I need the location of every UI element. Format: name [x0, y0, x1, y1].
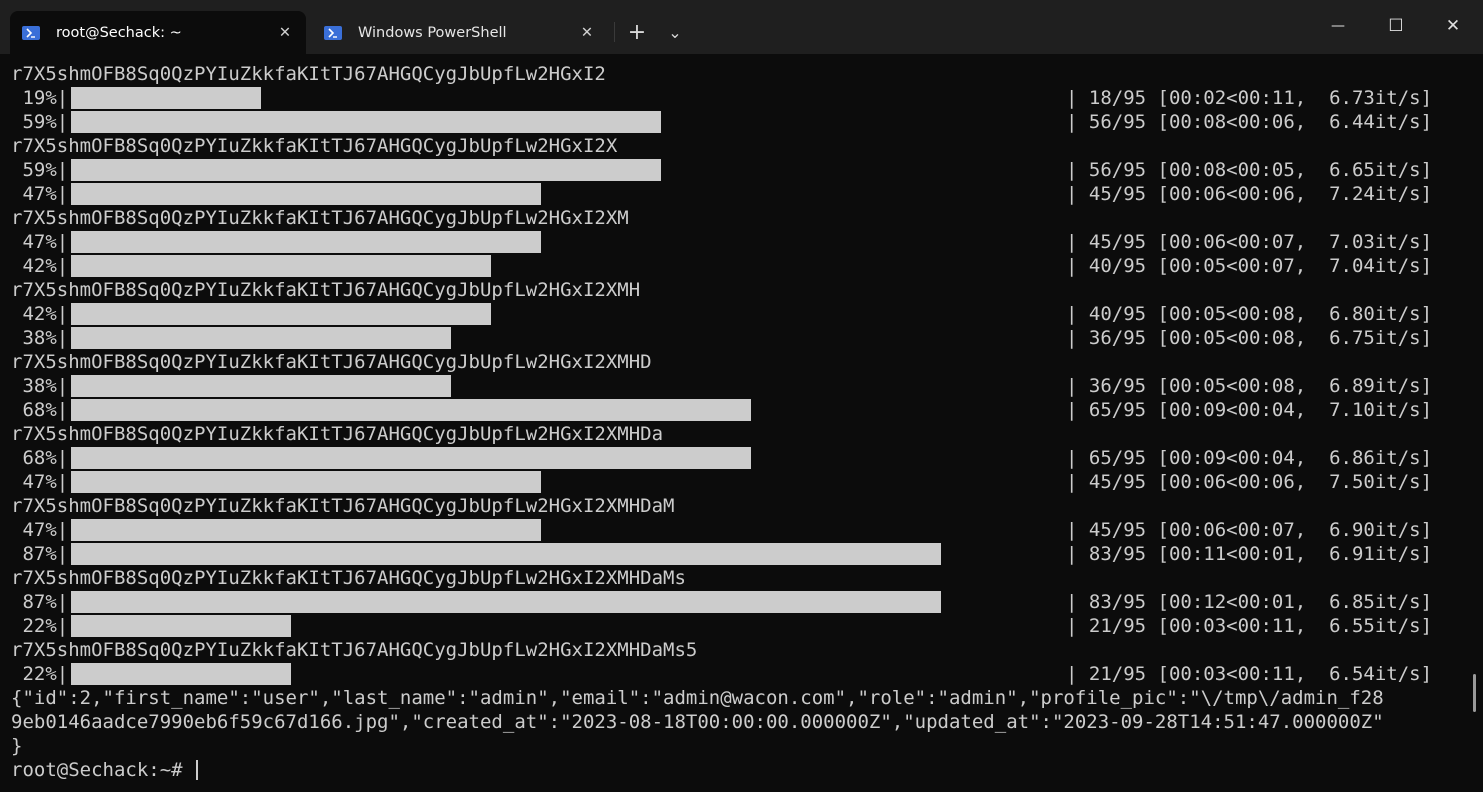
close-tab-icon[interactable]: ✕: [572, 18, 602, 48]
close-window-button[interactable]: ✕: [1433, 8, 1473, 44]
progress-percent: 47%|: [11, 471, 69, 493]
terminal-icon: [22, 25, 40, 40]
progress-stats: | 83/95 [00:11<00:01, 6.91it/s]: [1066, 543, 1433, 565]
tab-label: Windows PowerShell: [358, 24, 507, 41]
progress-bar: [71, 543, 941, 565]
progress-bar: [71, 159, 661, 181]
new-tab-button[interactable]: +: [622, 17, 652, 47]
progress-bar: [71, 447, 751, 469]
progress-bar: [71, 591, 941, 613]
progress-stats: | 36/95 [00:05<00:08, 6.75it/s]: [1066, 327, 1433, 349]
shell-prompt[interactable]: root@Sechack:~#: [11, 758, 199, 782]
progress-percent: 87%|: [11, 543, 69, 565]
progress-stats: | 18/95 [00:02<00:11, 6.73it/s]: [1066, 87, 1433, 109]
progress-stats: | 40/95 [00:05<00:08, 6.80it/s]: [1066, 303, 1433, 325]
json-output-line: }: [11, 735, 23, 757]
key-line: r7X5shmOFB8Sq0QzPYIuZkkfaKItTJ67AHGQCygJ…: [11, 423, 664, 445]
chevron-down-icon[interactable]: ⌄: [660, 17, 690, 47]
progress-stats: | 45/95 [00:06<00:07, 7.03it/s]: [1066, 231, 1433, 253]
progress-percent: 87%|: [11, 591, 69, 613]
progress-bar: [71, 183, 541, 205]
progress-stats: | 65/95 [00:09<00:04, 6.86it/s]: [1066, 447, 1433, 469]
json-output-line: {"id":2,"first_name":"user","last_name":…: [11, 687, 1384, 709]
progress-bar: [71, 471, 541, 493]
tab-label: root@Sechack: ~: [56, 24, 182, 41]
progress-stats: | 21/95 [00:03<00:11, 6.54it/s]: [1066, 663, 1433, 685]
title-bar: root@Sechack: ~ ✕ Windows PowerShell ✕ +…: [0, 0, 1483, 54]
terminal-output[interactable]: r7X5shmOFB8Sq0QzPYIuZkkfaKItTJ67AHGQCygJ…: [0, 54, 1483, 792]
progress-percent: 47%|: [11, 519, 69, 541]
tab-root-sechack[interactable]: root@Sechack: ~ ✕: [10, 11, 306, 54]
progress-stats: | 21/95 [00:03<00:11, 6.55it/s]: [1066, 615, 1433, 637]
progress-bar: [71, 303, 491, 325]
progress-percent: 38%|: [11, 327, 69, 349]
progress-percent: 42%|: [11, 255, 69, 277]
tab-divider: [614, 22, 615, 42]
progress-percent: 47%|: [11, 183, 69, 205]
key-line: r7X5shmOFB8Sq0QzPYIuZkkfaKItTJ67AHGQCygJ…: [11, 63, 606, 85]
key-line: r7X5shmOFB8Sq0QzPYIuZkkfaKItTJ67AHGQCygJ…: [11, 639, 698, 661]
key-line: r7X5shmOFB8Sq0QzPYIuZkkfaKItTJ67AHGQCygJ…: [11, 279, 641, 301]
close-tab-icon[interactable]: ✕: [270, 18, 300, 48]
progress-bar: [71, 231, 541, 253]
minimize-button[interactable]: —: [1318, 8, 1358, 44]
progress-stats: | 65/95 [00:09<00:04, 7.10it/s]: [1066, 399, 1433, 421]
key-line: r7X5shmOFB8Sq0QzPYIuZkkfaKItTJ67AHGQCygJ…: [11, 351, 652, 373]
prompt-text: root@Sechack:~#: [11, 759, 195, 781]
progress-percent: 59%|: [11, 159, 69, 181]
progress-bar: [71, 399, 751, 421]
key-line: r7X5shmOFB8Sq0QzPYIuZkkfaKItTJ67AHGQCygJ…: [11, 135, 618, 157]
progress-percent: 19%|: [11, 87, 69, 109]
progress-percent: 38%|: [11, 375, 69, 397]
key-line: r7X5shmOFB8Sq0QzPYIuZkkfaKItTJ67AHGQCygJ…: [11, 495, 675, 517]
powershell-icon: [324, 25, 342, 40]
progress-bar: [71, 111, 661, 133]
progress-percent: 68%|: [11, 447, 69, 469]
progress-percent: 22%|: [11, 615, 69, 637]
progress-bar: [71, 375, 451, 397]
progress-stats: | 83/95 [00:12<00:01, 6.85it/s]: [1066, 591, 1433, 613]
tab-windows-powershell[interactable]: Windows PowerShell ✕: [312, 11, 608, 54]
progress-bar: [71, 327, 451, 349]
maximize-button[interactable]: ☐: [1376, 8, 1416, 44]
progress-percent: 68%|: [11, 399, 69, 421]
progress-stats: | 45/95 [00:06<00:06, 7.24it/s]: [1066, 183, 1433, 205]
progress-stats: | 56/95 [00:08<00:06, 6.44it/s]: [1066, 111, 1433, 133]
progress-bar: [71, 87, 261, 109]
scrollbar[interactable]: [1473, 674, 1476, 712]
key-line: r7X5shmOFB8Sq0QzPYIuZkkfaKItTJ67AHGQCygJ…: [11, 567, 686, 589]
progress-bar: [71, 519, 541, 541]
progress-percent: 47%|: [11, 231, 69, 253]
text-cursor: [196, 760, 199, 780]
json-output-line: 9eb0146aadce7990eb6f59c67d166.jpg","crea…: [11, 711, 1384, 733]
progress-stats: | 36/95 [00:05<00:08, 6.89it/s]: [1066, 375, 1433, 397]
progress-stats: | 45/95 [00:06<00:06, 7.50it/s]: [1066, 471, 1433, 493]
progress-percent: 42%|: [11, 303, 69, 325]
progress-percent: 22%|: [11, 663, 69, 685]
key-line: r7X5shmOFB8Sq0QzPYIuZkkfaKItTJ67AHGQCygJ…: [11, 207, 629, 229]
progress-stats: | 56/95 [00:08<00:05, 6.65it/s]: [1066, 159, 1433, 181]
progress-bar: [71, 663, 291, 685]
progress-stats: | 45/95 [00:06<00:07, 6.90it/s]: [1066, 519, 1433, 541]
progress-percent: 59%|: [11, 111, 69, 133]
progress-bar: [71, 615, 291, 637]
progress-stats: | 40/95 [00:05<00:07, 7.04it/s]: [1066, 255, 1433, 277]
progress-bar: [71, 255, 491, 277]
